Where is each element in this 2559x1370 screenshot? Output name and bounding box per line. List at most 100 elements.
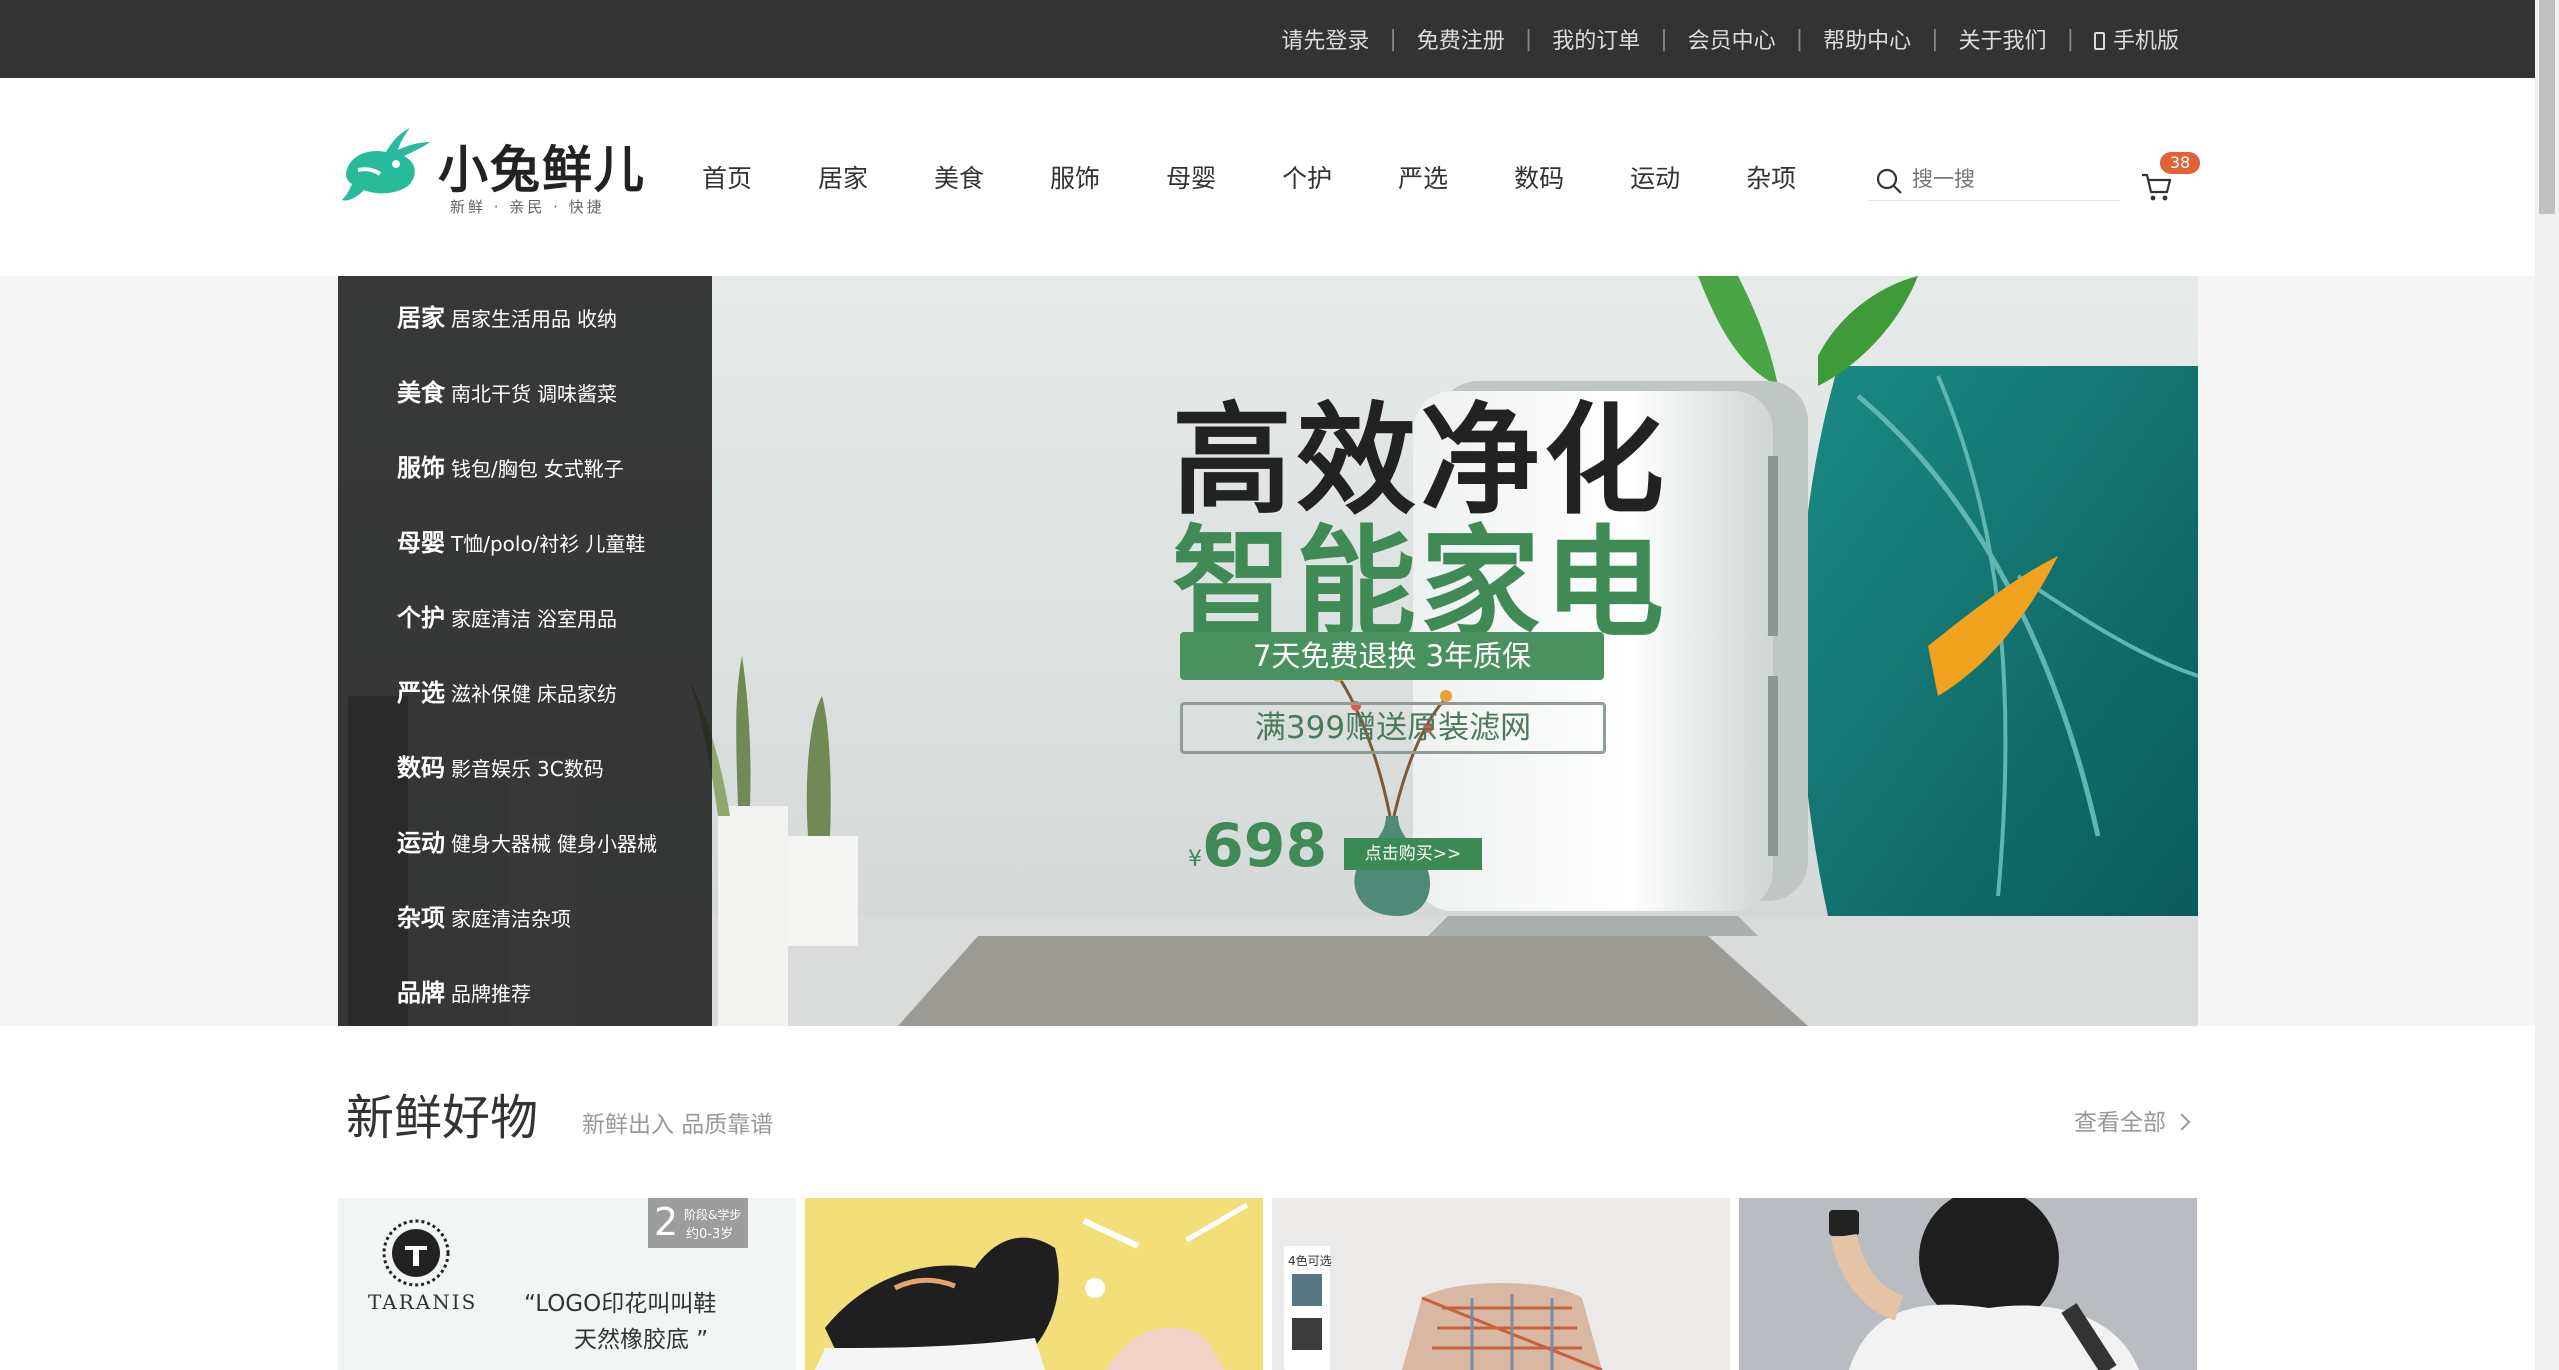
product-card[interactable] xyxy=(805,1198,1263,1370)
price-currency: ¥ xyxy=(1188,847,1202,872)
section-title: 新鲜好物 xyxy=(346,1090,539,1146)
category-name: 美食 xyxy=(397,379,445,407)
nav-home[interactable]: 首页 xyxy=(702,159,752,195)
category-sub[interactable]: 影音娱乐 xyxy=(451,757,531,781)
mobile-version-link[interactable]: 手机版 xyxy=(2093,23,2179,55)
category-sub[interactable]: 居家生活用品 xyxy=(451,307,571,331)
site-logo[interactable]: 小兔鲜儿 新鲜 · 亲民 · 快捷 xyxy=(338,112,644,222)
category-name: 数码 xyxy=(397,754,445,782)
register-link[interactable]: 免费注册 xyxy=(1417,23,1505,55)
phone-icon xyxy=(2093,32,2105,50)
category-sub[interactable]: 收纳 xyxy=(577,307,617,331)
category-name: 居家 xyxy=(397,304,445,332)
category-sub[interactable]: 品牌推荐 xyxy=(451,982,531,1006)
search-input[interactable] xyxy=(1910,162,2114,196)
category-sub[interactable]: 3C数码 xyxy=(537,757,604,781)
nav-selection[interactable]: 严选 xyxy=(1398,159,1448,195)
category-sub[interactable]: 南北干货 xyxy=(451,382,531,406)
nav-sports[interactable]: 运动 xyxy=(1630,159,1680,195)
category-item-sports[interactable]: 运动 健身大器械 健身小器械 xyxy=(397,823,657,859)
price-value: 698 xyxy=(1202,811,1328,881)
product-card[interactable]: TARANIS “LOGO印花叫叫鞋 天然橡胶底 ” 2 阶段&学步 约0-3岁 xyxy=(338,1198,796,1370)
category-item-misc[interactable]: 杂项 家庭清洁杂项 xyxy=(397,898,571,934)
category-sub[interactable]: 钱包/胸包 xyxy=(451,457,538,481)
category-item-baby[interactable]: 母婴 T恤/polo/衬衫 儿童鞋 xyxy=(397,523,645,559)
nav-misc[interactable]: 杂项 xyxy=(1746,159,1796,195)
category-name: 杂项 xyxy=(397,904,445,932)
product-image xyxy=(1739,1198,2197,1370)
logo-slogan: 新鲜 · 亲民 · 快捷 xyxy=(450,198,605,216)
cart-icon xyxy=(2142,173,2172,201)
category-sub[interactable]: 滋补保健 xyxy=(451,682,531,706)
top-separator: | xyxy=(1389,26,1397,52)
category-sub[interactable]: 健身大器械 xyxy=(451,832,551,856)
category-menu: 居家 居家生活用品 收纳 美食 南北干货 调味酱菜 服饰 钱包/胸包 女式靴子 母婴 T恤/p… xyxy=(338,276,712,1026)
category-sub[interactable]: 健身小器械 xyxy=(557,832,657,856)
cart-count-badge: 38 xyxy=(2160,152,2200,174)
top-separator: | xyxy=(1660,26,1668,52)
cart-button[interactable]: 38 xyxy=(2140,152,2200,204)
category-name: 运动 xyxy=(397,829,445,857)
main-nav: 首页 居家 美食 服饰 母婴 个护 严选 数码 运动 杂项 xyxy=(702,78,1862,276)
category-sub[interactable]: 调味酱菜 xyxy=(537,382,617,406)
top-separator: | xyxy=(2066,26,2074,52)
category-name: 服饰 xyxy=(397,454,445,482)
product-image xyxy=(815,1203,1249,1370)
product-card[interactable]: 4色可选 xyxy=(1272,1198,1730,1370)
top-separator: | xyxy=(1795,26,1804,52)
banner-price: ¥698 xyxy=(1188,811,1327,881)
category-item-digital[interactable]: 数码 影音娱乐 3C数码 xyxy=(397,748,604,784)
category-item-apparel[interactable]: 服饰 钱包/胸包 女式靴子 xyxy=(397,448,624,484)
category-item-food[interactable]: 美食 南北干货 调味酱菜 xyxy=(397,373,617,409)
product-slogan: “LOGO印花叫叫鞋 xyxy=(524,1291,717,1317)
color-options-badge: 4色可选 xyxy=(1284,1246,1332,1370)
category-name: 严选 xyxy=(397,679,445,707)
about-us-link[interactable]: 关于我们 xyxy=(1959,23,2047,55)
category-item-brand[interactable]: 品牌 品牌推荐 xyxy=(397,973,531,1009)
category-item-home[interactable]: 居家 居家生活用品 收纳 xyxy=(397,298,617,334)
color-swatch-icon xyxy=(1292,1274,1322,1350)
nav-home-living[interactable]: 居家 xyxy=(818,159,868,195)
product-card[interactable] xyxy=(1739,1198,2197,1370)
mobile-version-label: 手机版 xyxy=(2112,29,2179,54)
scrollbar-thumb[interactable] xyxy=(2539,0,2555,214)
category-sub[interactable]: 家庭清洁杂项 xyxy=(451,907,571,931)
category-sub[interactable]: 床品家纺 xyxy=(537,682,617,706)
top-nav: 请先登录 | 免费注册 | 我的订单 | 会员中心 | 帮助中心 | 关于我们 … xyxy=(1281,0,2179,78)
nav-baby[interactable]: 母婴 xyxy=(1166,159,1216,195)
category-sub[interactable]: 女式靴子 xyxy=(544,457,624,481)
category-name: 个护 xyxy=(397,604,445,632)
category-item-selection[interactable]: 严选 滋补保健 床品家纺 xyxy=(397,673,617,709)
category-item-personal-care[interactable]: 个护 家庭清洁 浴室用品 xyxy=(397,598,617,634)
category-sub[interactable]: 浴室用品 xyxy=(537,607,617,631)
top-bar: 请先登录 | 免费注册 | 我的订单 | 会员中心 | 帮助中心 | 关于我们 … xyxy=(0,0,2535,78)
color-options-label: 4色可选 xyxy=(1288,1254,1332,1268)
banner-gift-tag: 满399赠送原装滤网 xyxy=(1180,702,1606,754)
category-sub[interactable]: 家庭清洁 xyxy=(451,607,531,631)
product-slogan-line2: 天然橡胶底 ” xyxy=(574,1327,709,1353)
banner-copy: 高效净化 智能家电 7天免费退换 3年质保 满399赠送原装滤网 ¥698 点击… xyxy=(828,276,1728,1026)
search-box xyxy=(1868,158,2120,201)
top-separator: | xyxy=(1931,26,1939,52)
my-orders-link[interactable]: 我的订单 xyxy=(1552,23,1640,55)
view-all-link[interactable]: 查看全部 xyxy=(2074,1103,2191,1137)
header: 小兔鲜儿 新鲜 · 亲民 · 快捷 首页 居家 美食 服饰 母婴 个护 严选 数… xyxy=(0,78,2535,276)
category-name: 品牌 xyxy=(397,979,445,1007)
rabbit-logo-icon xyxy=(342,128,430,201)
view-all-label: 查看全部 xyxy=(2074,1110,2166,1136)
member-center-link[interactable]: 会员中心 xyxy=(1688,23,1776,55)
nav-apparel[interactable]: 服饰 xyxy=(1050,159,1100,195)
help-center-link[interactable]: 帮助中心 xyxy=(1823,23,1911,55)
chevron-right-icon xyxy=(2173,1113,2191,1131)
login-link[interactable]: 请先登录 xyxy=(1281,23,1369,55)
search-icon[interactable] xyxy=(1875,167,1903,195)
category-name: 母婴 xyxy=(397,529,445,557)
category-sub[interactable]: 儿童鞋 xyxy=(585,532,645,556)
category-sub[interactable]: T恤/polo/衬衫 xyxy=(451,532,579,556)
age-badge: 2 阶段&学步 约0-3岁 xyxy=(648,1198,748,1248)
nav-food[interactable]: 美食 xyxy=(934,159,984,195)
product-image xyxy=(1402,1283,1603,1370)
nav-digital[interactable]: 数码 xyxy=(1514,159,1564,195)
nav-personal-care[interactable]: 个护 xyxy=(1282,159,1332,195)
buy-now-button[interactable]: 点击购买>> xyxy=(1344,838,1482,870)
